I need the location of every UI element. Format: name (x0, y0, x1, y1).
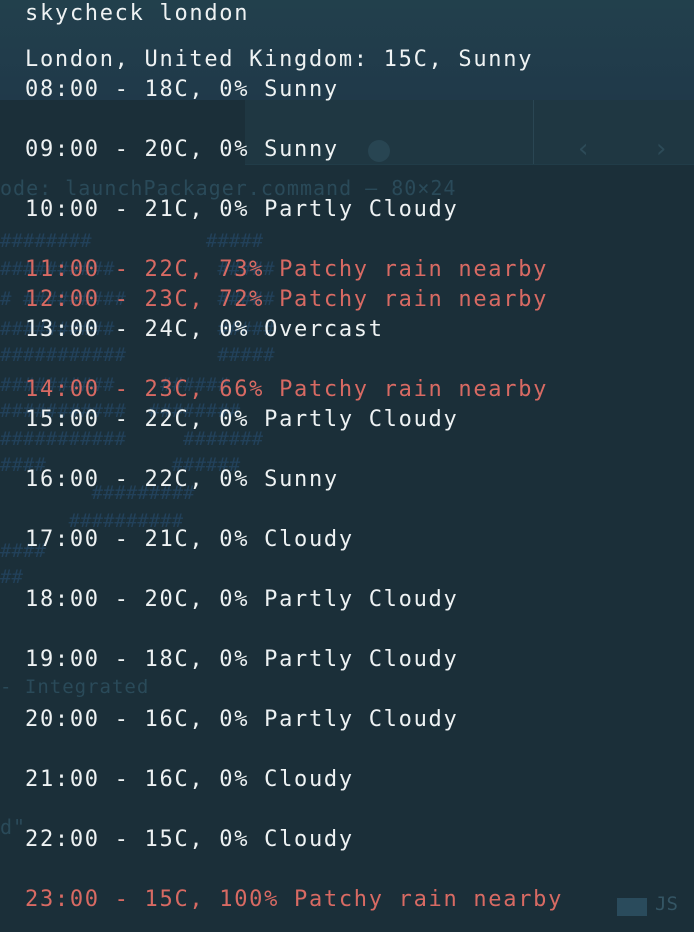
forecast-row: 18:00 - 20C, 0% Partly Cloudy (25, 587, 459, 612)
forecast-row: 21:00 - 16C, 0% Cloudy (25, 767, 354, 792)
forecast-row: 23:00 - 15C, 100% Patchy rain nearby (25, 887, 564, 912)
forecast-row: 13:00 - 24C, 0% Overcast (25, 317, 384, 342)
terminal-command: skycheck london (25, 1, 250, 26)
weather-summary: London, United Kingdom: 15C, Sunny (25, 47, 534, 72)
forecast-row: 09:00 - 20C, 0% Sunny (25, 137, 339, 162)
forecast-row: 08:00 - 18C, 0% Sunny (25, 77, 339, 102)
forecast-row: 22:00 - 15C, 0% Cloudy (25, 827, 354, 852)
forecast-row: 15:00 - 22C, 0% Partly Cloudy (25, 407, 459, 432)
forecast-row: 17:00 - 21C, 0% Cloudy (25, 527, 354, 552)
terminal-output[interactable]: skycheck london London, United Kingdom: … (0, 0, 694, 932)
forecast-row: 12:00 - 23C, 72% Patchy rain nearby (25, 287, 549, 312)
forecast-row: 20:00 - 16C, 0% Partly Cloudy (25, 707, 459, 732)
forecast-row: 16:00 - 22C, 0% Sunny (25, 467, 339, 492)
forecast-row: 10:00 - 21C, 0% Partly Cloudy (25, 197, 459, 222)
forecast-row: 14:00 - 23C, 66% Patchy rain nearby (25, 377, 549, 402)
forecast-row: 19:00 - 18C, 0% Partly Cloudy (25, 647, 459, 672)
forecast-row: 11:00 - 22C, 73% Patchy rain nearby (25, 257, 549, 282)
